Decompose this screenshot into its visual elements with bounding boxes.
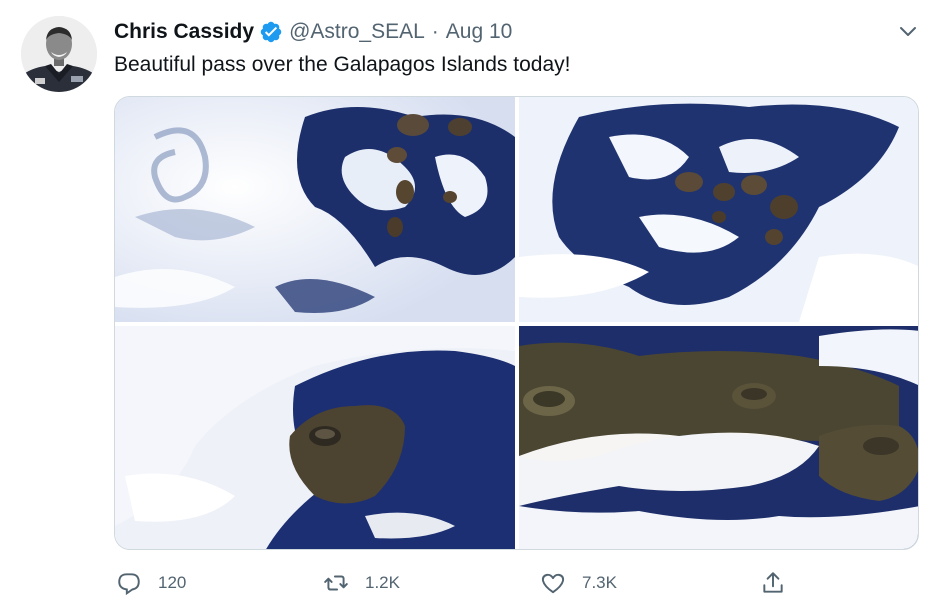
separator-dot: · — [431, 20, 439, 43]
reply-count: 120 — [158, 573, 187, 592]
photo-2[interactable] — [519, 97, 918, 322]
reply-button[interactable]: 120 — [116, 566, 186, 600]
share-icon — [760, 570, 786, 596]
avatar-image — [21, 16, 97, 92]
verified-badge-icon — [259, 20, 283, 44]
avatar[interactable] — [21, 16, 97, 92]
retweet-icon — [323, 570, 349, 596]
photo-1[interactable] — [115, 97, 515, 322]
photo-4[interactable] — [519, 326, 918, 549]
photo-3[interactable] — [115, 326, 515, 549]
tweet-header: Chris Cassidy @Astro_SEAL · Aug 10 — [114, 17, 512, 47]
tweet-text: Beautiful pass over the Galapagos Island… — [114, 53, 571, 76]
media-grid — [114, 96, 919, 550]
retweet-button[interactable]: 1.2K — [323, 566, 400, 600]
user-handle[interactable]: @Astro_SEAL — [289, 20, 425, 44]
like-button[interactable]: 7.3K — [540, 566, 617, 600]
share-button[interactable] — [760, 566, 786, 600]
tweet-date[interactable]: Aug 10 — [446, 20, 513, 44]
display-name[interactable]: Chris Cassidy — [114, 20, 254, 44]
reply-icon — [116, 570, 142, 596]
heart-icon — [540, 570, 566, 596]
retweet-count: 1.2K — [365, 573, 400, 592]
like-count: 7.3K — [582, 573, 617, 592]
tweet-actions: 120 1.2K 7.3K — [114, 566, 919, 600]
chevron-down-icon[interactable] — [897, 20, 919, 42]
tweet: Chris Cassidy @Astro_SEAL · Aug 10 Beaut… — [0, 0, 941, 609]
